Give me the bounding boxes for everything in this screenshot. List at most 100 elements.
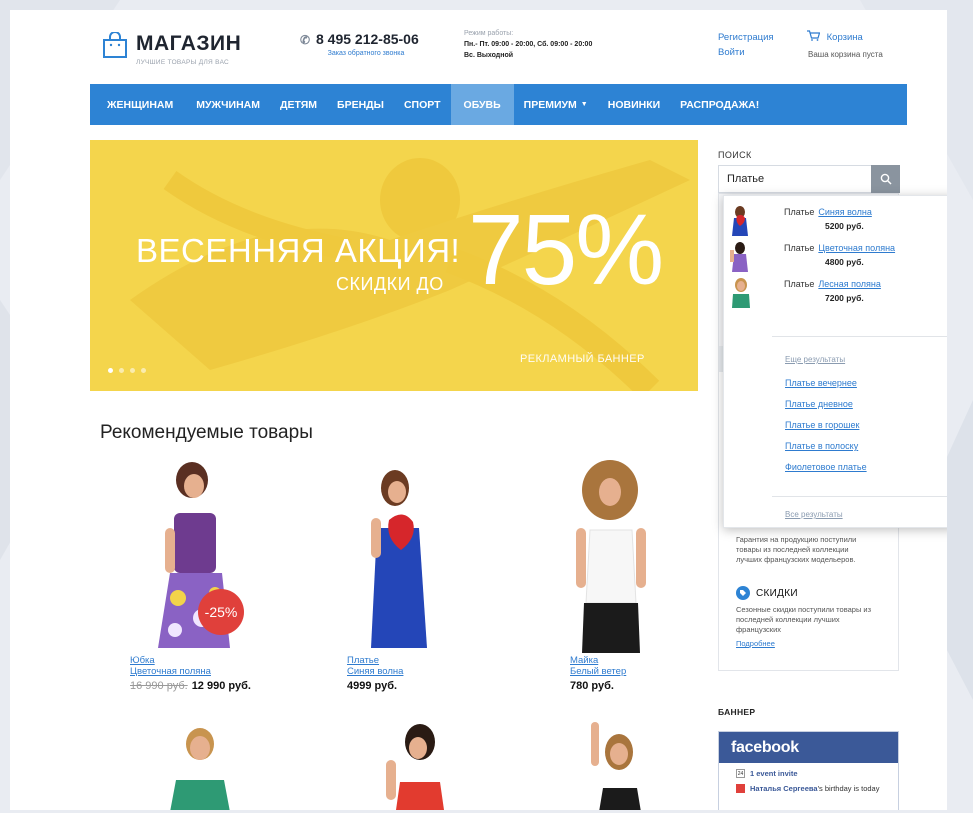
search-button[interactable]	[871, 165, 900, 193]
feature-guarantee: Гарантия на продукцию поступили товары и…	[736, 530, 876, 565]
result-link[interactable]: Лесная поляна	[818, 279, 881, 289]
feature-discounts: СКИДКИ Сезонные скидки поступили товары …	[736, 586, 876, 648]
result-link[interactable]: Синяя волна	[818, 207, 871, 217]
nav-item-women[interactable]: ЖЕНЩИНАМ	[90, 84, 186, 125]
result-link[interactable]: Цветочная поляна	[818, 243, 895, 253]
product-image[interactable]	[380, 720, 460, 810]
suggestion-link[interactable]: Платье вечернее	[785, 378, 857, 388]
product-card: Платье Синяя волна 4999 руб.	[347, 458, 497, 698]
featured-title: Рекомендуемые товары	[100, 422, 313, 443]
logo-name: МАГАЗИН	[136, 32, 242, 55]
nav-item-men[interactable]: МУЖЧИНАМ	[186, 84, 270, 125]
slider-dot[interactable]	[130, 368, 135, 373]
account-links: Регистрация Войти	[718, 30, 774, 60]
divider	[772, 336, 947, 337]
product-category[interactable]: Майка	[570, 655, 598, 666]
nav-item-sale[interactable]: РАСПРОДАЖА!	[670, 84, 769, 125]
result-type: Платье	[784, 207, 815, 217]
working-hours: Режим работы: Пн.- Пт. 09:00 - 20:00, Сб…	[464, 28, 592, 61]
search-result[interactable]: Платье Цветочная поляна 4800 руб.	[724, 240, 947, 274]
product-image[interactable]	[160, 722, 240, 810]
search-result[interactable]: Платье Лесная поляна 7200 руб.	[724, 276, 947, 310]
phone-icon: ✆	[300, 33, 311, 47]
cart-block: Корзина Ваша корзина пуста	[807, 30, 883, 59]
tag-icon	[736, 586, 750, 600]
main-nav: ЖЕНЩИНАМ МУЖЧИНАМ ДЕТЯМ БРЕНДЫ СПОРТ ОБУ…	[90, 84, 907, 125]
fb-birthday-text: 's birthday is today	[817, 784, 880, 793]
calendar-icon: 24	[736, 769, 745, 778]
nav-item-label: ОБУВЬ	[463, 98, 501, 111]
all-results-link[interactable]: Все результаты	[785, 510, 843, 519]
result-type: Платье	[784, 243, 815, 253]
feature-text: Гарантия на продукцию поступили товары и…	[736, 535, 857, 564]
cart-link[interactable]: Корзина	[827, 32, 863, 43]
nav-item-kids[interactable]: ДЕТЯМ	[270, 84, 327, 125]
product-card: -25% Юбка Цветочная поляна 16 990 руб. 12…	[130, 458, 280, 698]
facebook-logo: facebook	[719, 732, 898, 763]
fb-birthday-row[interactable]: Наталья Сергеева's birthday is today	[736, 784, 898, 793]
slider-dot[interactable]	[141, 368, 146, 373]
login-link[interactable]: Войти	[718, 45, 774, 60]
product-price-row: 16 990 руб. 12 990 руб.	[130, 680, 251, 692]
nav-item-sport[interactable]: СПОРТ	[394, 84, 451, 125]
product-image[interactable]	[347, 458, 497, 653]
cart-status: Ваша корзина пуста	[808, 50, 883, 59]
fb-event-row[interactable]: 24 1 event invite	[736, 769, 898, 778]
suggestion-link[interactable]: Платье дневное	[785, 399, 853, 409]
result-thumbnail	[730, 242, 748, 272]
product-category[interactable]: Юбка	[130, 655, 155, 666]
result-title: Платье Цветочная поляна	[784, 243, 895, 253]
slider-dot[interactable]	[119, 368, 124, 373]
product-price: 780 руб.	[570, 680, 614, 692]
hero-caption: РЕКЛАМНЫЙ БАННЕР	[520, 353, 645, 365]
nav-item-label: МУЖЧИНАМ	[196, 98, 260, 111]
feature-text: Сезонные скидки поступили товары из посл…	[736, 605, 872, 634]
shopping-bag-icon	[103, 32, 127, 58]
discount-badge: -25%	[198, 589, 244, 635]
result-price: 7200 руб.	[825, 293, 864, 303]
hours-sunday: Вс. Выходной	[464, 52, 514, 59]
chevron-down-icon: ▼	[580, 101, 588, 108]
fb-event-text: 1 event invite	[750, 769, 798, 778]
nav-item-label: НОВИНКИ	[607, 98, 661, 111]
register-link[interactable]: Регистрация	[718, 30, 774, 45]
slider-dot[interactable]	[108, 368, 113, 373]
more-link[interactable]: Подробнее	[736, 639, 876, 648]
hero-banner[interactable]: ВЕСЕННЯЯ АКЦИЯ! СКИДКИ ДО 75% РЕКЛАМНЫЙ …	[90, 140, 698, 391]
product-name[interactable]: Белый ветер	[570, 666, 626, 677]
hero-headline: ВЕСЕННЯЯ АКЦИЯ!	[136, 232, 461, 269]
nav-item-brands[interactable]: БРЕНДЫ	[327, 84, 394, 125]
search-result[interactable]: Платье Синяя волна 5200 руб.	[724, 204, 947, 238]
product-image[interactable]	[570, 458, 720, 653]
fb-birthday-name: Наталья Сергеева	[750, 784, 818, 793]
product-category[interactable]: Платье	[347, 655, 379, 666]
cart-icon[interactable]	[807, 30, 821, 41]
suggestion-link[interactable]: Платье в полоску	[785, 441, 858, 451]
hero-percent: 75%	[468, 194, 664, 306]
product-card: Майка Белый ветер 780 руб.	[570, 458, 720, 698]
facebook-widget[interactable]: facebook 24 1 event invite Наталья Серге…	[718, 731, 899, 810]
search-box	[718, 165, 900, 193]
feature-title: СКИДКИ	[756, 587, 798, 599]
nav-item-premium[interactable]: ПРЕМИУМ ▼	[514, 84, 598, 125]
gift-icon	[736, 784, 745, 793]
result-price: 5200 руб.	[825, 221, 864, 231]
product-name[interactable]: Цветочная поляна	[130, 666, 211, 677]
more-results-link[interactable]: Еще результаты	[785, 355, 845, 364]
product-name[interactable]: Синяя волна	[347, 666, 403, 677]
phone-number-wrap: ✆ 8 495 212-85-06	[300, 31, 419, 47]
phone-number: 8 495 212-85-06	[316, 31, 419, 47]
product-price: 12 990 руб.	[191, 680, 251, 692]
nav-item-new[interactable]: НОВИНКИ	[598, 84, 670, 125]
suggestion-link[interactable]: Платье в горошек	[785, 420, 859, 430]
nav-item-shoes[interactable]: ОБУВЬ	[450, 84, 514, 125]
search-input[interactable]	[719, 166, 871, 192]
suggestion-link[interactable]: Фиолетовое платье	[785, 462, 867, 472]
callback-link[interactable]: Заказ обратного звонка	[316, 50, 416, 57]
product-image[interactable]	[585, 722, 665, 810]
search-label: ПОИСК	[718, 150, 752, 160]
page-container: МАГАЗИН ЛУЧШИЕ ТОВАРЫ ДЛЯ ВАС ✆ 8 495 21…	[10, 10, 947, 810]
result-thumbnail	[732, 206, 748, 236]
result-title: Платье Синяя волна	[784, 207, 872, 217]
result-type: Платье	[784, 279, 815, 289]
